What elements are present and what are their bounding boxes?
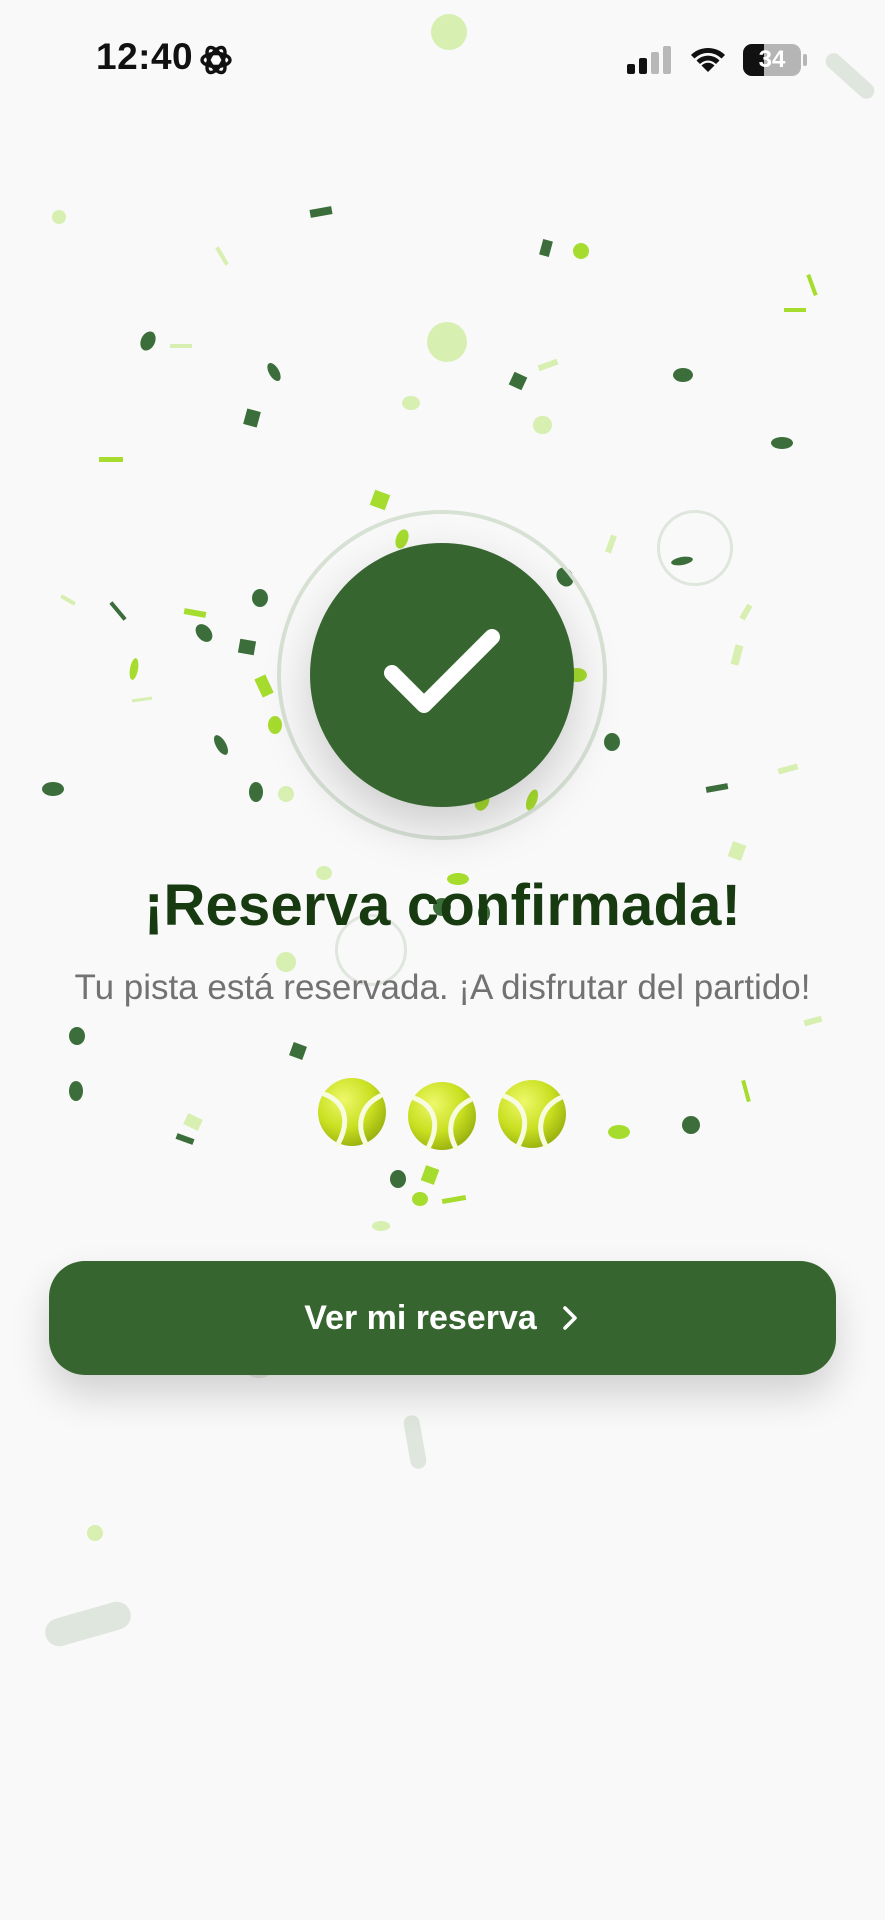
confirmation-subtitle: Tu pista está reservada. ¡A disfrutar de… (74, 968, 811, 1007)
success-indicator (277, 510, 607, 840)
gear-icon (200, 45, 232, 75)
status-bar: 12:40 34 (0, 0, 885, 120)
view-booking-button[interactable]: Ver mi reserva (49, 1261, 836, 1375)
checkmark-icon (384, 629, 500, 713)
booking-confirmation-screen: 12:40 34 ¡Reserva confirmada! Tu pista e… (0, 0, 885, 1920)
chevron-right-icon (562, 1306, 577, 1330)
battery-level: 34 (758, 46, 786, 73)
confetti-decoration (0, 0, 885, 1920)
battery-icon: 34 (742, 43, 808, 77)
signal-icon (627, 46, 671, 74)
tennis-ball-icon (496, 1078, 568, 1150)
tennis-ball-icon (406, 1080, 478, 1152)
tennis-balls (316, 1076, 572, 1152)
confirmation-title: ¡Reserva confirmada! (143, 873, 742, 938)
view-booking-button-content[interactable]: Ver mi reserva (49, 1261, 836, 1375)
success-circle (310, 543, 574, 807)
tennis-ball-icon (316, 1076, 388, 1148)
status-time: 12:40 (96, 36, 194, 77)
view-booking-label: Ver mi reserva (304, 1298, 537, 1337)
wifi-icon (691, 47, 725, 72)
